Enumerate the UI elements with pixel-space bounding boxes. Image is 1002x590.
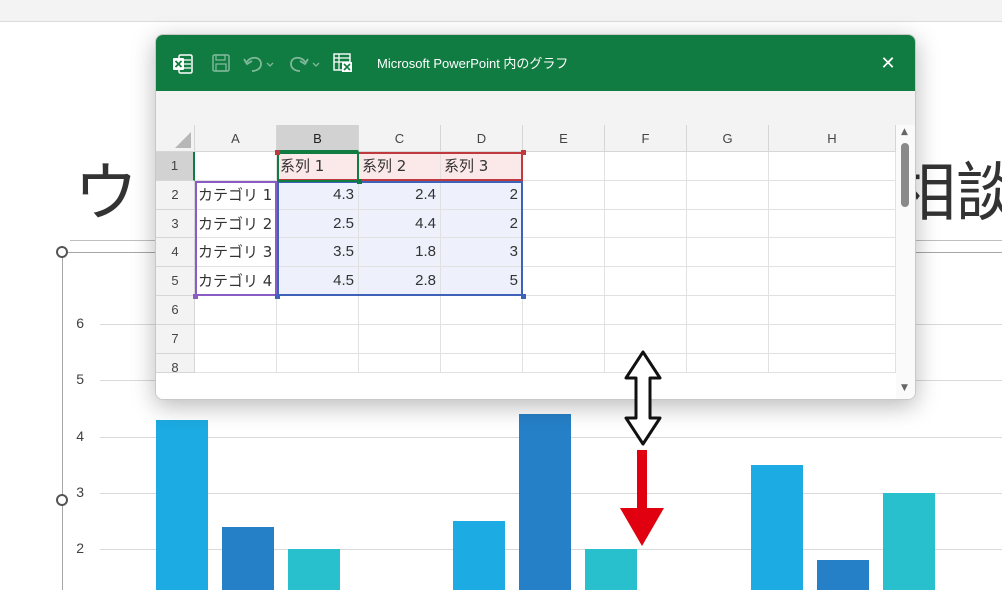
annotation-overlay <box>620 350 664 546</box>
red-down-arrow-icon <box>620 450 664 546</box>
resize-cursor-icon <box>624 350 662 446</box>
